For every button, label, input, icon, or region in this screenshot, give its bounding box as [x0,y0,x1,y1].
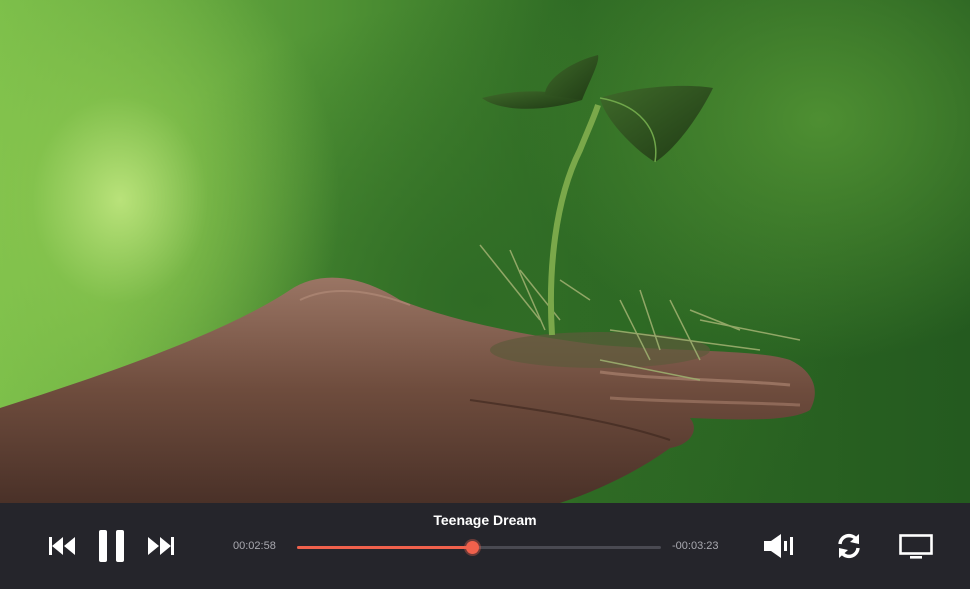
seek-handle[interactable] [465,541,479,554]
time-elapsed: 00:02:58 [233,540,276,552]
skip-back-icon [49,537,75,555]
pause-button[interactable] [98,529,126,563]
repeat-button[interactable] [835,532,863,560]
repeat-icon [838,533,860,559]
seek-progress [297,546,472,549]
player-control-bar: Teenage Dream 00:02:58 -00:03:23 [0,503,970,589]
next-track-button[interactable] [147,536,175,556]
video-player: Teenage Dream 00:02:58 -00:03:23 [0,0,970,589]
screen-cast-icon [899,534,933,559]
time-remaining: -00:03:23 [672,540,719,552]
pause-icon [99,530,124,562]
screen-button[interactable] [899,534,933,560]
skip-forward-icon [148,537,174,555]
seek-bar[interactable] [297,541,661,554]
video-still-illustration [0,55,815,503]
previous-track-button[interactable] [48,536,76,556]
track-title: Teenage Dream [433,512,537,528]
volume-button[interactable] [763,533,795,559]
video-frame[interactable] [0,0,970,503]
volume-icon [764,534,793,558]
